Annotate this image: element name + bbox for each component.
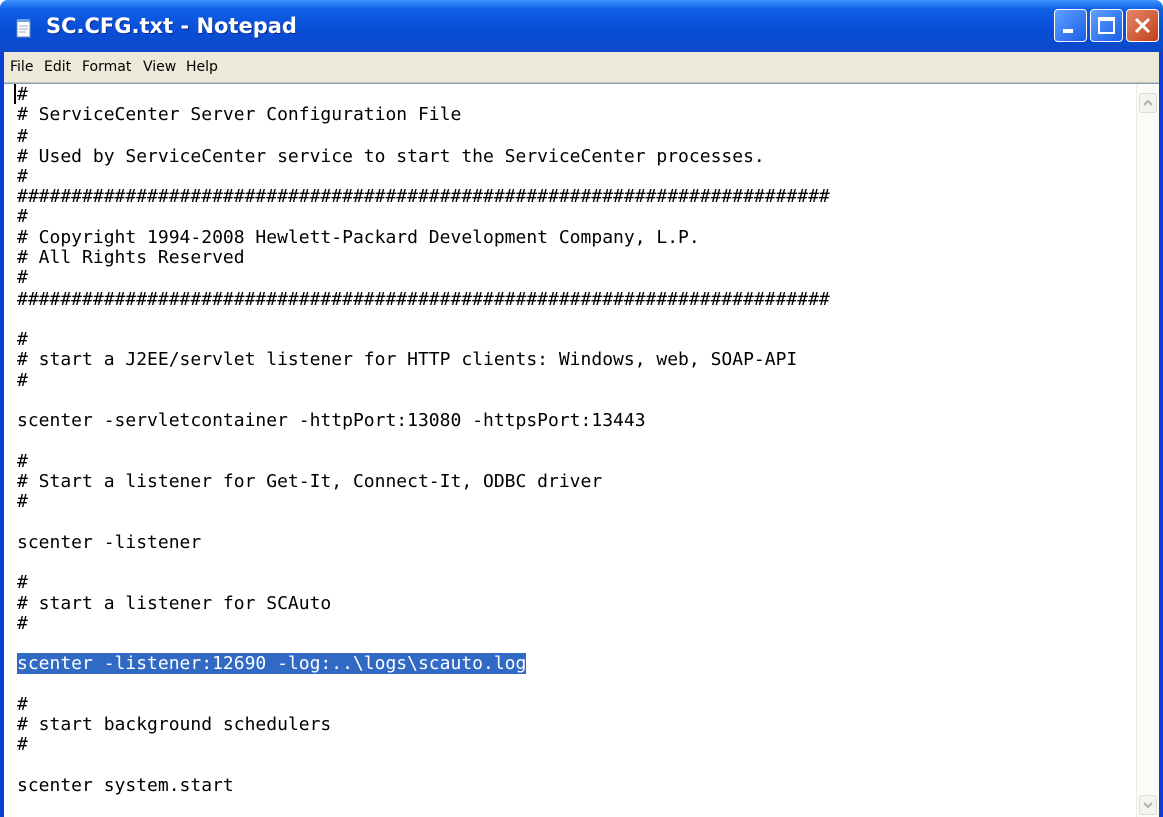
scroll-down-button[interactable] bbox=[1139, 795, 1157, 815]
selected-text-line: scenter -listener:12690 -log:..\logs\sca… bbox=[17, 653, 527, 675]
text-line: scenter -listener bbox=[17, 532, 202, 553]
text-line: # bbox=[17, 329, 28, 350]
text-line: # Used by ServiceCenter service to start… bbox=[17, 146, 765, 167]
scroll-up-button[interactable] bbox=[1139, 93, 1157, 113]
window-title: SC.CFG.txt - Notepad bbox=[46, 14, 297, 38]
text-line: # bbox=[17, 126, 28, 147]
chevron-up-icon bbox=[1143, 99, 1153, 106]
close-icon bbox=[1134, 17, 1151, 34]
maximize-button[interactable] bbox=[1090, 9, 1123, 42]
text-line: # bbox=[17, 572, 28, 593]
text-line: # All Rights Reserved bbox=[17, 247, 245, 268]
minimize-button[interactable] bbox=[1054, 9, 1087, 42]
chevron-down-icon bbox=[1143, 802, 1153, 809]
vertical-scrollbar[interactable] bbox=[1136, 84, 1159, 817]
maximize-icon bbox=[1098, 17, 1115, 34]
text-line: # ServiceCenter Server Configuration Fil… bbox=[17, 104, 462, 125]
text-line: scenter system.start bbox=[17, 775, 234, 796]
text-line: # Copyright 1994-2008 Hewlett-Packard De… bbox=[17, 227, 700, 248]
menu-edit[interactable]: Edit bbox=[44, 59, 71, 75]
editor: # # ServiceCenter Server Configuration F… bbox=[4, 83, 1159, 817]
close-button[interactable] bbox=[1126, 9, 1159, 42]
text-line: ########################################… bbox=[17, 289, 830, 310]
text-line: # bbox=[17, 734, 28, 755]
menu-help[interactable]: Help bbox=[186, 59, 218, 75]
text-line: # start a J2EE/servlet listener for HTTP… bbox=[17, 349, 798, 370]
title-bar[interactable]: SC.CFG.txt - Notepad bbox=[0, 0, 1163, 52]
text-line: # bbox=[17, 613, 28, 634]
minimize-icon bbox=[1063, 29, 1073, 33]
notepad-window: SC.CFG.txt - Notepad File Edit Format Vi… bbox=[0, 0, 1163, 817]
text-line: scenter -servletcontainer -httpPort:1308… bbox=[17, 410, 646, 431]
text-line: # start background schedulers bbox=[17, 714, 332, 735]
text-line: # bbox=[17, 491, 28, 512]
menu-file[interactable]: File bbox=[10, 59, 33, 75]
text-line: # bbox=[17, 694, 28, 715]
text-selection[interactable]: scenter -listener:12690 -log:..\logs\sca… bbox=[17, 653, 527, 674]
text-area[interactable]: # # ServiceCenter Server Configuration F… bbox=[4, 84, 1132, 817]
text-line: # bbox=[17, 451, 28, 472]
text-line: # Start a listener for Get-It, Connect-I… bbox=[17, 471, 603, 492]
text-caret bbox=[14, 84, 16, 104]
menu-bar: File Edit Format View Help bbox=[4, 52, 1159, 83]
text-line: ########################################… bbox=[17, 186, 830, 207]
text-line: # bbox=[17, 206, 28, 227]
menu-view[interactable]: View bbox=[143, 59, 176, 75]
text-line: # start a listener for SCAuto bbox=[17, 593, 332, 614]
text-line: # bbox=[17, 84, 28, 105]
notepad-icon bbox=[16, 19, 31, 38]
text-line: # bbox=[17, 267, 28, 288]
text-line: # bbox=[17, 370, 28, 391]
text-line: # bbox=[17, 166, 28, 187]
menu-format[interactable]: Format bbox=[82, 59, 131, 75]
